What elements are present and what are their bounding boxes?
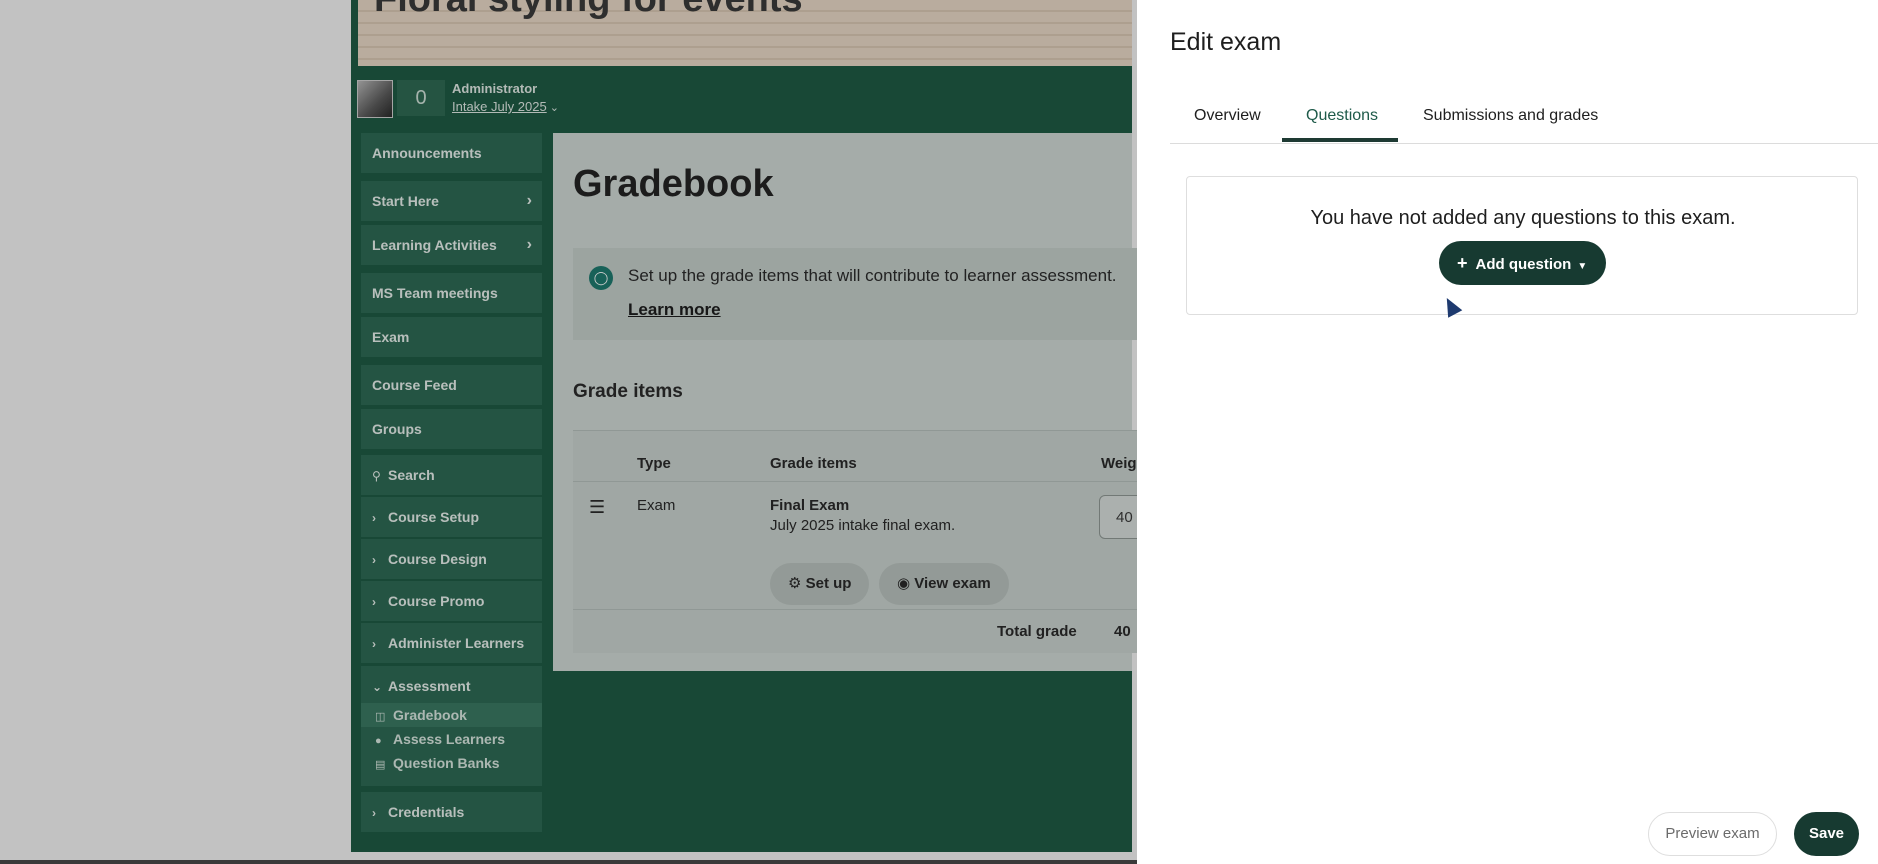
window-bottom-edge [0, 860, 1137, 864]
add-question-label: Add question [1475, 256, 1572, 273]
add-question-button[interactable]: + Add question ▼ [1439, 241, 1606, 285]
save-button[interactable]: Save [1794, 812, 1859, 856]
preview-exam-button[interactable]: Preview exam [1648, 812, 1777, 856]
active-tab-indicator [1282, 138, 1398, 142]
panel-tabs: Overview Questions Submissions and grade… [1170, 95, 1878, 144]
caret-down-icon: ▼ [1577, 261, 1588, 272]
tab-overview[interactable]: Overview [1194, 107, 1261, 125]
tab-questions[interactable]: Questions [1306, 107, 1378, 125]
panel-title: Edit exam [1170, 28, 1282, 56]
empty-message: You have not added any questions to this… [1310, 207, 1736, 229]
plus-icon: + [1457, 253, 1468, 273]
modal-overlay[interactable] [0, 0, 1137, 864]
questions-empty-state: You have not added any questions to this… [1186, 176, 1858, 315]
edit-exam-panel: Edit exam Overview Questions Submissions… [1137, 0, 1878, 864]
tab-submissions-and-grades[interactable]: Submissions and grades [1423, 107, 1598, 125]
